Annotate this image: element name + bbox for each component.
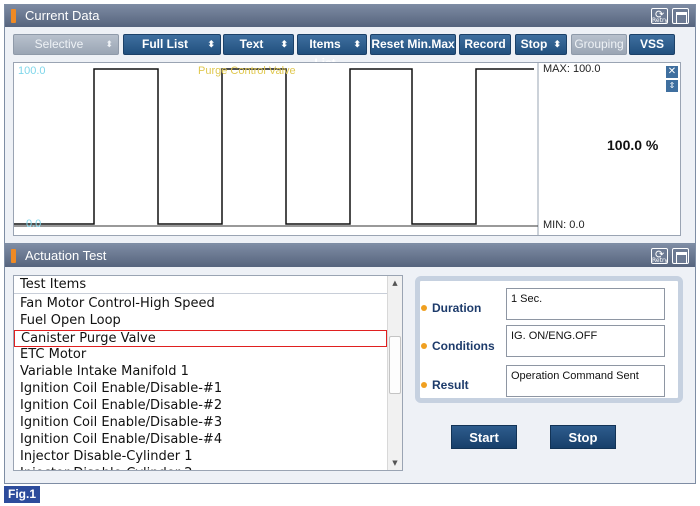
current-data-title: Current Data — [25, 8, 100, 23]
duration-value: 1 Sec. — [506, 288, 665, 320]
toolbar-button-grouping[interactable]: Grouping — [571, 34, 627, 55]
test-item-injector-disable-cylinder-2[interactable]: Injector Disable-Cylinder 2 — [14, 466, 387, 470]
toolbar-button-label: Record — [464, 37, 506, 51]
stop-button[interactable]: Stop — [550, 425, 616, 449]
window-toggle-icon[interactable] — [672, 248, 689, 264]
test-item-canister-purge-valve[interactable]: Canister Purge Valve — [14, 330, 387, 347]
conditions-value: IG. ON/ENG.OFF — [506, 325, 665, 357]
current-data-titlebar: Current Data Retry — [5, 3, 695, 27]
result-value: Operation Command Sent — [506, 365, 665, 397]
toolbar-button-selective-display[interactable]: Selective Display⬍ — [13, 34, 119, 70]
toolbar-button-text[interactable]: Text ⬍ — [223, 34, 294, 55]
test-item-ignition-coil-enable-disable-1[interactable]: Ignition Coil Enable/Disable-#1 — [14, 381, 387, 398]
updown-arrow-icon: ⬍ — [207, 39, 215, 49]
y-min-label: 0.0 — [26, 218, 42, 230]
test-items-list[interactable]: Test Items Fan Motor Control-High Speed F… — [13, 275, 403, 471]
toolbar-button-reset-min-max[interactable]: Reset Min.Max — [370, 34, 456, 55]
close-graph-icon[interactable]: ✕ — [666, 66, 678, 78]
toolbar-button-record[interactable]: Record — [459, 34, 511, 55]
scroll-up-icon[interactable]: ▲ — [388, 276, 402, 290]
actuation-test-title: Actuation Test — [25, 248, 107, 263]
result-label: Result — [421, 378, 469, 392]
retry-icon[interactable]: Retry — [651, 3, 668, 27]
test-items-header: Test Items — [14, 276, 387, 294]
toolbar-button-label: Text — [239, 37, 264, 51]
min-value-label: MIN: 0.0 — [543, 219, 585, 231]
toolbar-button-label: Grouping — [574, 37, 624, 51]
figure-label: Fig.1 — [4, 486, 41, 503]
test-item-injector-disable-cylinder-1[interactable]: Injector Disable-Cylinder 1 — [14, 449, 387, 466]
updown-arrow-icon: ⬍ — [105, 39, 113, 49]
test-item-fan-motor-control-high-speed[interactable]: Fan Motor Control-High Speed — [14, 296, 387, 313]
scroll-thumb[interactable] — [389, 336, 401, 394]
start-button[interactable]: Start — [451, 425, 517, 449]
toolbar-button-items-list[interactable]: Items List⬍ — [297, 34, 367, 70]
window-toggle-icon[interactable] — [672, 8, 689, 24]
test-item-ignition-coil-enable-disable-3[interactable]: Ignition Coil Enable/Disable-#3 — [14, 415, 387, 432]
scroll-down-icon[interactable]: ▼ — [388, 456, 402, 470]
test-item-ignition-coil-enable-disable-2[interactable]: Ignition Coil Enable/Disable-#2 — [14, 398, 387, 415]
toolbar-button-label: Stop — [520, 37, 548, 51]
toolbar-button-label: VSS — [639, 37, 664, 51]
toolbar-button-label: Full List — [142, 37, 188, 51]
toolbar-button-full-list[interactable]: Full List ⬍ — [123, 34, 221, 55]
actuation-test-titlebar: Actuation Test Retry — [5, 243, 695, 267]
current-value-readout: 100.0 % — [607, 137, 659, 153]
toolbar-button-vss[interactable]: VSS — [629, 34, 675, 55]
y-max-label: 100.0 — [18, 65, 46, 77]
expand-graph-icon[interactable]: ⇕ — [666, 80, 678, 92]
updown-arrow-icon: ⬍ — [553, 39, 561, 49]
waveform-chart — [14, 63, 539, 235]
toolbar-button-stop[interactable]: Stop ⬍ — [515, 34, 567, 55]
updown-arrow-icon: ⬍ — [353, 39, 361, 49]
panel-flag-icon — [11, 249, 16, 263]
conditions-label: Conditions — [421, 339, 495, 353]
updown-arrow-icon: ⬍ — [280, 39, 288, 49]
test-item-etc-motor[interactable]: ETC Motor — [14, 347, 387, 364]
waveform-line — [14, 68, 534, 225]
test-info-box: Duration 1 Sec. Conditions IG. ON/ENG.OF… — [415, 276, 683, 403]
list-scrollbar[interactable]: ▲ ▼ — [387, 276, 402, 470]
graph-area: 100.0 0.0 Purge Control Valve MAX: 100.0… — [13, 62, 681, 236]
test-item-variable-intake-manifold-1[interactable]: Variable Intake Manifold 1 — [14, 364, 387, 381]
test-item-fuel-open-loop[interactable]: Fuel Open Loop — [14, 313, 387, 330]
panel-flag-icon — [11, 9, 16, 23]
test-item-ignition-coil-enable-disable-4[interactable]: Ignition Coil Enable/Disable-#4 — [14, 432, 387, 449]
duration-label: Duration — [420, 301, 482, 315]
retry-icon[interactable]: Retry — [651, 243, 668, 267]
toolbar-button-label: Reset Min.Max — [371, 37, 455, 51]
max-value-label: MAX: 100.0 — [543, 63, 601, 75]
sensor-name-label: Purge Control Valve — [198, 65, 296, 77]
